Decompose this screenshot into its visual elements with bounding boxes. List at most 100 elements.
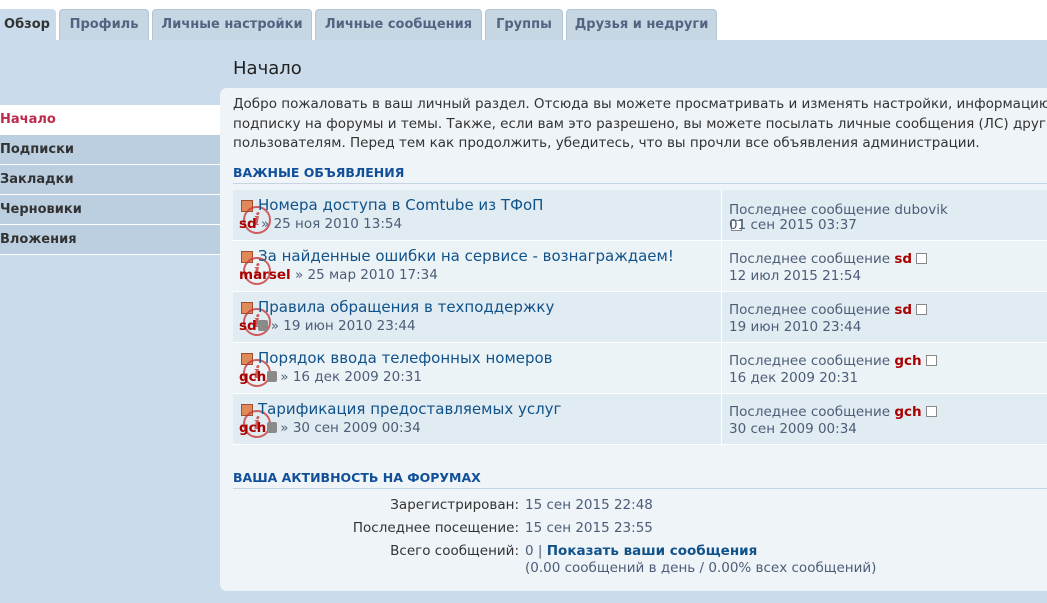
- last-post-time: 19 июн 2010 23:44: [729, 319, 862, 335]
- last-post-info: Последнее сообщение sd: [729, 251, 928, 267]
- announcements-heading: Важные объявления: [233, 165, 1047, 184]
- stat-last-visit: Последнее посещение: 15 сен 2015 23:55: [233, 520, 1047, 540]
- separator: »: [270, 318, 279, 334]
- last-post-time: 01 сен 2015 03:37: [729, 217, 857, 233]
- activity-heading: Ваша активность на форумах: [233, 470, 1047, 489]
- stat-posts-ratio: (0.00 сообщений в день / 0.00% всех сооб…: [233, 560, 1047, 580]
- last-post-author[interactable]: gch: [894, 404, 921, 420]
- stat-value: 15 сен 2015 22:48: [525, 497, 653, 513]
- author-link[interactable]: gch: [239, 369, 266, 385]
- last-post-author[interactable]: sd: [894, 251, 912, 267]
- topic-title-link[interactable]: Тарификация предоставляемых услуг: [258, 400, 561, 418]
- lock-icon: [257, 320, 268, 331]
- author-link[interactable]: sd: [239, 216, 257, 232]
- stat-registered: Зарегистрирован: 15 сен 2015 22:48: [233, 497, 1047, 517]
- topic-cell: i Тарификация предоставляемых услуг gch»…: [233, 394, 722, 444]
- sidebar-item-drafts[interactable]: Черновики: [0, 195, 221, 225]
- last-post-label: Последнее сообщение: [729, 353, 891, 369]
- list-item: i Номера доступа в Comtube из ТФоП sd » …: [233, 190, 1047, 241]
- topic-meta: sd » 25 ноя 2010 13:54: [239, 216, 402, 232]
- topic-cell: i Номера доступа в Comtube из ТФоП sd » …: [233, 190, 722, 240]
- separator: »: [280, 420, 289, 436]
- stat-value: 0 | Показать ваши сообщения: [525, 543, 757, 559]
- topic-title-link[interactable]: Порядок ввода телефонных номеров: [258, 349, 553, 367]
- stat-value: 15 сен 2015 23:55: [525, 520, 653, 536]
- topic-date: 16 дек 2009 20:31: [292, 369, 422, 385]
- author-link[interactable]: sd: [239, 318, 257, 334]
- topic-meta: marsel » 25 мар 2010 17:34: [239, 267, 438, 283]
- intro-text: Добро пожаловать в ваш личный раздел. От…: [233, 95, 1047, 154]
- topic-date: 19 июн 2010 23:44: [283, 318, 416, 334]
- last-post-info: Последнее сообщение sd: [729, 302, 928, 318]
- list-item: i За найденные ошибки на сервисе - возна…: [233, 241, 1047, 292]
- topic-title-link[interactable]: Правила обращения в техподдержку: [258, 298, 554, 316]
- lock-icon: [267, 422, 278, 433]
- tab-overview[interactable]: Обзор: [0, 9, 56, 41]
- tab-profile[interactable]: Профиль: [59, 9, 149, 40]
- tab-friends-foes[interactable]: Друзья и недруги: [566, 9, 717, 40]
- tab-groups[interactable]: Группы: [485, 9, 563, 40]
- last-post-cell: Последнее сообщение gch 30 сен 2009 00:3…: [729, 394, 1047, 444]
- sidebar: Начало Подписки Закладки Черновики Вложе…: [0, 105, 221, 255]
- separator: »: [294, 267, 304, 283]
- last-post-info: Последнее сообщение gch: [729, 353, 937, 369]
- topic-cell: i Правила обращения в техподдержку sd» 1…: [233, 292, 722, 342]
- topic-title-link[interactable]: За найденные ошибки на сервисе - вознагр…: [258, 247, 674, 265]
- tab-bar: Обзор Профиль Личные настройки Личные со…: [0, 0, 1047, 41]
- sidebar-item-front[interactable]: Начало: [0, 105, 221, 135]
- last-post-label: Последнее сообщение: [729, 202, 891, 218]
- tab-private-messages[interactable]: Личные сообщения: [315, 9, 482, 40]
- topic-date: 30 сен 2009 00:34: [292, 420, 421, 436]
- topic-cell: i Порядок ввода телефонных номеров gch» …: [233, 343, 722, 393]
- last-post-author[interactable]: gch: [894, 353, 921, 369]
- posts-count: 0: [525, 543, 534, 559]
- page-title: Начало: [233, 58, 302, 79]
- topic-cell: i За найденные ошибки на сервисе - возна…: [233, 241, 722, 291]
- last-post-time: 30 сен 2009 00:34: [729, 421, 857, 437]
- topic-title-link[interactable]: Номера доступа в Comtube из ТФоП: [258, 196, 543, 214]
- sidebar-item-subscriptions[interactable]: Подписки: [0, 135, 221, 165]
- last-post-cell: Последнее сообщение dubovik 01 сен 2015 …: [729, 190, 1047, 240]
- view-latest-post-icon[interactable]: [916, 304, 928, 315]
- list-item: i Правила обращения в техподдержку sd» 1…: [233, 292, 1047, 343]
- announcement-list: i Номера доступа в Comtube из ТФоП sd » …: [233, 190, 1047, 445]
- last-post-author[interactable]: dubovik: [894, 202, 948, 218]
- separator: »: [261, 216, 270, 232]
- last-post-label: Последнее сообщение: [729, 404, 891, 420]
- author-link[interactable]: marsel: [239, 267, 291, 283]
- view-latest-post-icon[interactable]: [925, 355, 937, 366]
- view-latest-post-icon[interactable]: [916, 253, 928, 264]
- topic-date: 25 мар 2010 17:34: [307, 267, 438, 283]
- topic-meta: sd » 19 июн 2010 23:44: [239, 318, 416, 334]
- last-post-cell: Последнее сообщение gch 16 дек 2009 20:3…: [729, 343, 1047, 393]
- topic-meta: gch » 30 сен 2009 00:34: [239, 420, 421, 436]
- last-post-time: 12 июл 2015 21:54: [729, 268, 862, 284]
- lock-icon: [267, 371, 278, 382]
- last-post-author[interactable]: sd: [894, 302, 912, 318]
- show-your-posts-link[interactable]: Показать ваши сообщения: [547, 543, 758, 559]
- last-post-info: Последнее сообщение dubovik: [729, 202, 948, 218]
- topic-meta: gch » 16 дек 2009 20:31: [239, 369, 422, 385]
- stat-label: Всего сообщений:: [390, 543, 519, 559]
- last-post-cell: Последнее сообщение sd 19 июн 2010 23:44: [729, 292, 1047, 342]
- sidebar-item-attachments[interactable]: Вложения: [0, 225, 221, 255]
- posts-stats: (0.00 сообщений в день / 0.00% всех сооб…: [525, 560, 877, 576]
- tab-preferences[interactable]: Личные настройки: [152, 9, 312, 40]
- list-item: i Порядок ввода телефонных номеров gch» …: [233, 343, 1047, 394]
- last-post-label: Последнее сообщение: [729, 302, 891, 318]
- author-link[interactable]: gch: [239, 420, 266, 436]
- list-item: i Тарификация предоставляемых услуг gch»…: [233, 394, 1047, 445]
- separator: |: [537, 543, 543, 559]
- topic-date: 25 ноя 2010 13:54: [273, 216, 403, 232]
- view-latest-post-icon[interactable]: [925, 406, 937, 417]
- separator: »: [280, 369, 289, 385]
- intro-line: подписку на форумы и темы. Также, если в…: [233, 115, 1046, 132]
- last-post-info: Последнее сообщение gch: [729, 404, 937, 420]
- intro-line: пользователям. Перед тем как продолжить,…: [233, 135, 980, 151]
- last-post-label: Последнее сообщение: [729, 251, 891, 267]
- last-post-time: 16 дек 2009 20:31: [729, 370, 859, 386]
- sidebar-item-bookmarks[interactable]: Закладки: [0, 165, 221, 195]
- stat-label: Зарегистрирован:: [390, 497, 519, 513]
- stat-label: Последнее посещение:: [352, 520, 519, 536]
- intro-line: Добро пожаловать в ваш личный раздел. От…: [233, 96, 1047, 112]
